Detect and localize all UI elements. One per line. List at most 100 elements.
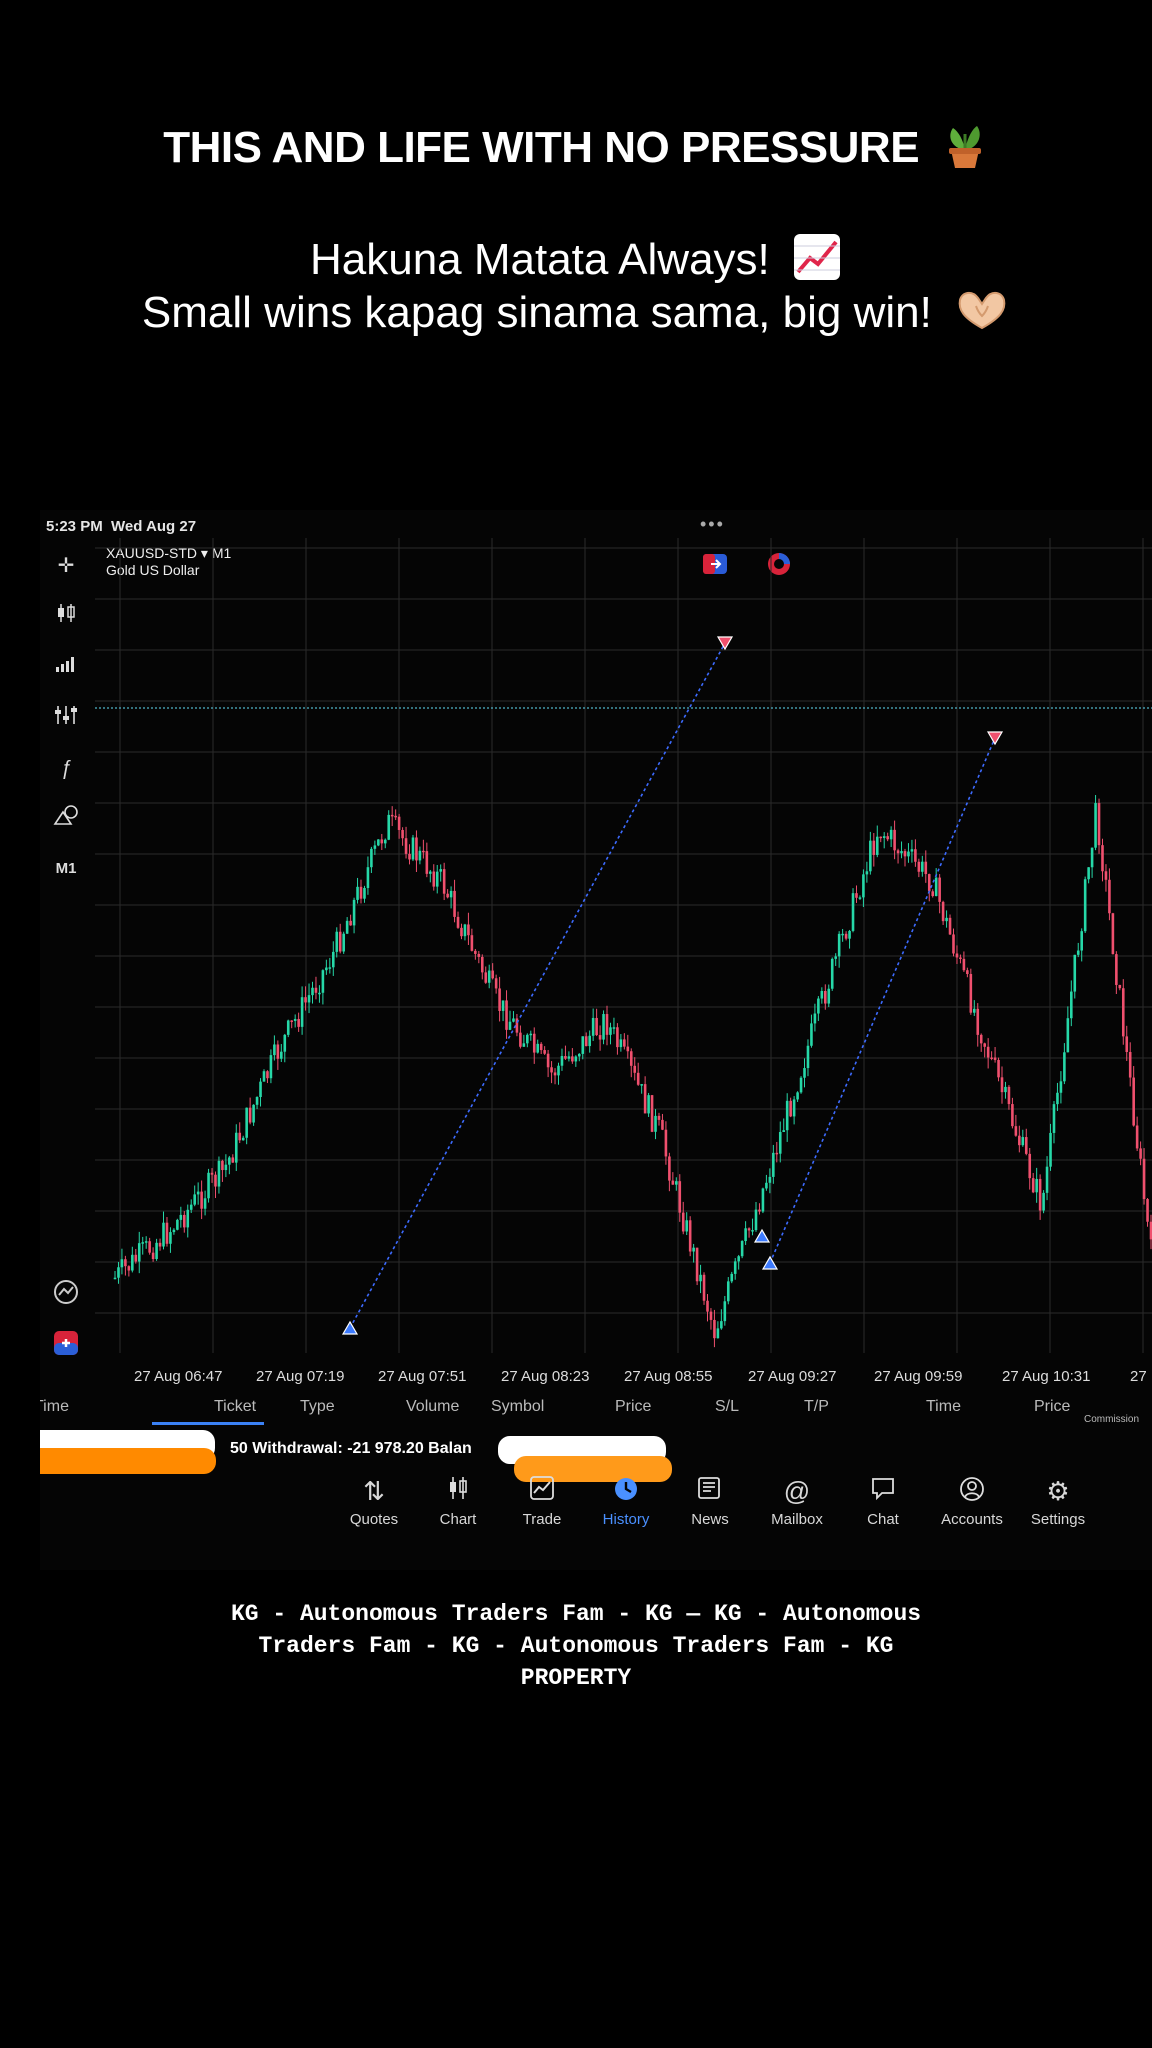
trading-app-screen: 5:23 PM Wed Aug 27 ••• ✛ ƒ M1 XAUUSD-STD…	[40, 510, 1152, 1570]
candle-body	[1056, 1092, 1059, 1105]
candle-body	[519, 1032, 522, 1047]
status-date: Wed Aug 27	[111, 518, 197, 535]
col-volume[interactable]: Volume	[406, 1398, 459, 1416]
candle-body	[487, 970, 491, 983]
candle-body	[761, 1188, 765, 1212]
candle-body	[532, 1033, 536, 1053]
candle-body	[179, 1214, 183, 1220]
candle-body	[796, 1092, 799, 1100]
nav-trade[interactable]: Trade	[504, 1475, 580, 1528]
candle-body	[460, 927, 463, 937]
nav-settings[interactable]: ⚙ Settings	[1016, 1475, 1100, 1528]
candle-body	[626, 1046, 630, 1052]
x-tick-label: 27 Aug 09:59	[874, 1368, 963, 1385]
candle-body	[713, 1319, 716, 1339]
candle-body	[342, 933, 345, 952]
candle-body	[335, 931, 339, 952]
candle-body	[941, 901, 945, 922]
candle-body	[931, 891, 935, 897]
candle-body	[456, 916, 460, 928]
candle-body	[176, 1219, 179, 1230]
candle-body	[1049, 1132, 1052, 1167]
candle-body	[169, 1232, 172, 1244]
nav-accounts[interactable]: Accounts	[930, 1475, 1014, 1528]
arrows-updown-icon: ⇅	[363, 1476, 385, 1506]
account-icon	[930, 1475, 1014, 1507]
candle-body	[979, 1034, 983, 1044]
col-time-close[interactable]: Time	[926, 1398, 961, 1416]
candle-body	[380, 839, 384, 844]
nav-label: Quotes	[349, 1511, 399, 1528]
col-ticket[interactable]: Ticket	[214, 1398, 256, 1416]
col-symbol[interactable]: Symbol	[491, 1398, 544, 1416]
timeframe-button[interactable]: M1	[48, 855, 84, 883]
candle-body	[193, 1194, 196, 1205]
candle-body	[165, 1222, 169, 1244]
nav-chat[interactable]: Chat	[845, 1475, 921, 1528]
candle-body	[415, 837, 418, 861]
candle-body	[498, 988, 501, 1011]
candle-body	[1132, 1077, 1135, 1126]
chart-increasing-icon	[792, 232, 842, 293]
nav-history[interactable]: History	[588, 1475, 664, 1528]
candle-body	[820, 990, 824, 999]
candle-body	[751, 1230, 754, 1232]
candle-body	[955, 953, 959, 958]
quick-trade-icon[interactable]	[48, 1330, 84, 1358]
col-time[interactable]: Time	[40, 1398, 69, 1416]
candle-body	[744, 1228, 747, 1242]
one-click-trading-icon[interactable]	[48, 1278, 84, 1306]
candle-body	[1052, 1104, 1056, 1133]
candles-toolbar-icon[interactable]	[48, 602, 84, 630]
history-clock-icon	[588, 1475, 664, 1507]
candle-body	[189, 1204, 193, 1210]
candle-body	[141, 1242, 145, 1244]
candle-body	[629, 1051, 633, 1066]
candle-body	[633, 1065, 637, 1073]
candle-body	[269, 1055, 273, 1079]
candle-body	[661, 1119, 664, 1130]
candle-body	[834, 956, 837, 959]
col-price-close[interactable]: Price	[1034, 1398, 1070, 1416]
candle-body	[383, 839, 387, 844]
candle-body	[917, 861, 921, 872]
nav-chart[interactable]: Chart	[420, 1475, 496, 1528]
potted-plant-icon	[941, 120, 989, 181]
news-icon	[672, 1475, 748, 1507]
col-type[interactable]: Type	[300, 1398, 335, 1416]
objects-icon[interactable]	[48, 804, 84, 832]
sell-exit-marker	[716, 636, 734, 651]
candle-body	[467, 924, 470, 936]
candle-body	[969, 973, 973, 1013]
nav-mailbox[interactable]: @ Mailbox	[759, 1475, 835, 1528]
function-icon[interactable]: ƒ	[48, 754, 84, 782]
candle-body	[1076, 950, 1080, 955]
candle-body	[903, 851, 907, 857]
candle-body	[1059, 1081, 1063, 1093]
candle-body	[865, 871, 869, 875]
candle-body	[255, 1097, 259, 1105]
nav-news[interactable]: News	[672, 1475, 748, 1528]
candle-body	[224, 1164, 228, 1171]
candle-body	[228, 1157, 231, 1165]
candle-body	[571, 1056, 574, 1062]
crosshair-icon[interactable]: ✛	[48, 552, 84, 580]
col-tp[interactable]: T/P	[804, 1398, 829, 1416]
candle-body	[463, 924, 467, 937]
indicators-icon[interactable]	[48, 704, 84, 732]
col-sl[interactable]: S/L	[715, 1398, 739, 1416]
candle-body	[765, 1182, 768, 1189]
history-row-text[interactable]: 50 Withdrawal: -21 978.20 Balan	[230, 1440, 472, 1458]
candle-body	[1004, 1086, 1007, 1093]
signal-bars-icon[interactable]	[48, 653, 84, 681]
price-chart[interactable]	[95, 538, 1152, 1353]
x-tick-label: 27	[1130, 1368, 1147, 1385]
candle-body	[352, 899, 356, 926]
candle-body	[1125, 1036, 1129, 1053]
candle-body	[692, 1247, 695, 1252]
more-dots-icon[interactable]: •••	[700, 514, 725, 535]
col-price[interactable]: Price	[615, 1398, 651, 1416]
col-commission[interactable]: Commission	[1084, 1414, 1139, 1425]
candle-body	[914, 849, 917, 862]
nav-quotes[interactable]: ⇅ Quotes	[336, 1475, 412, 1528]
